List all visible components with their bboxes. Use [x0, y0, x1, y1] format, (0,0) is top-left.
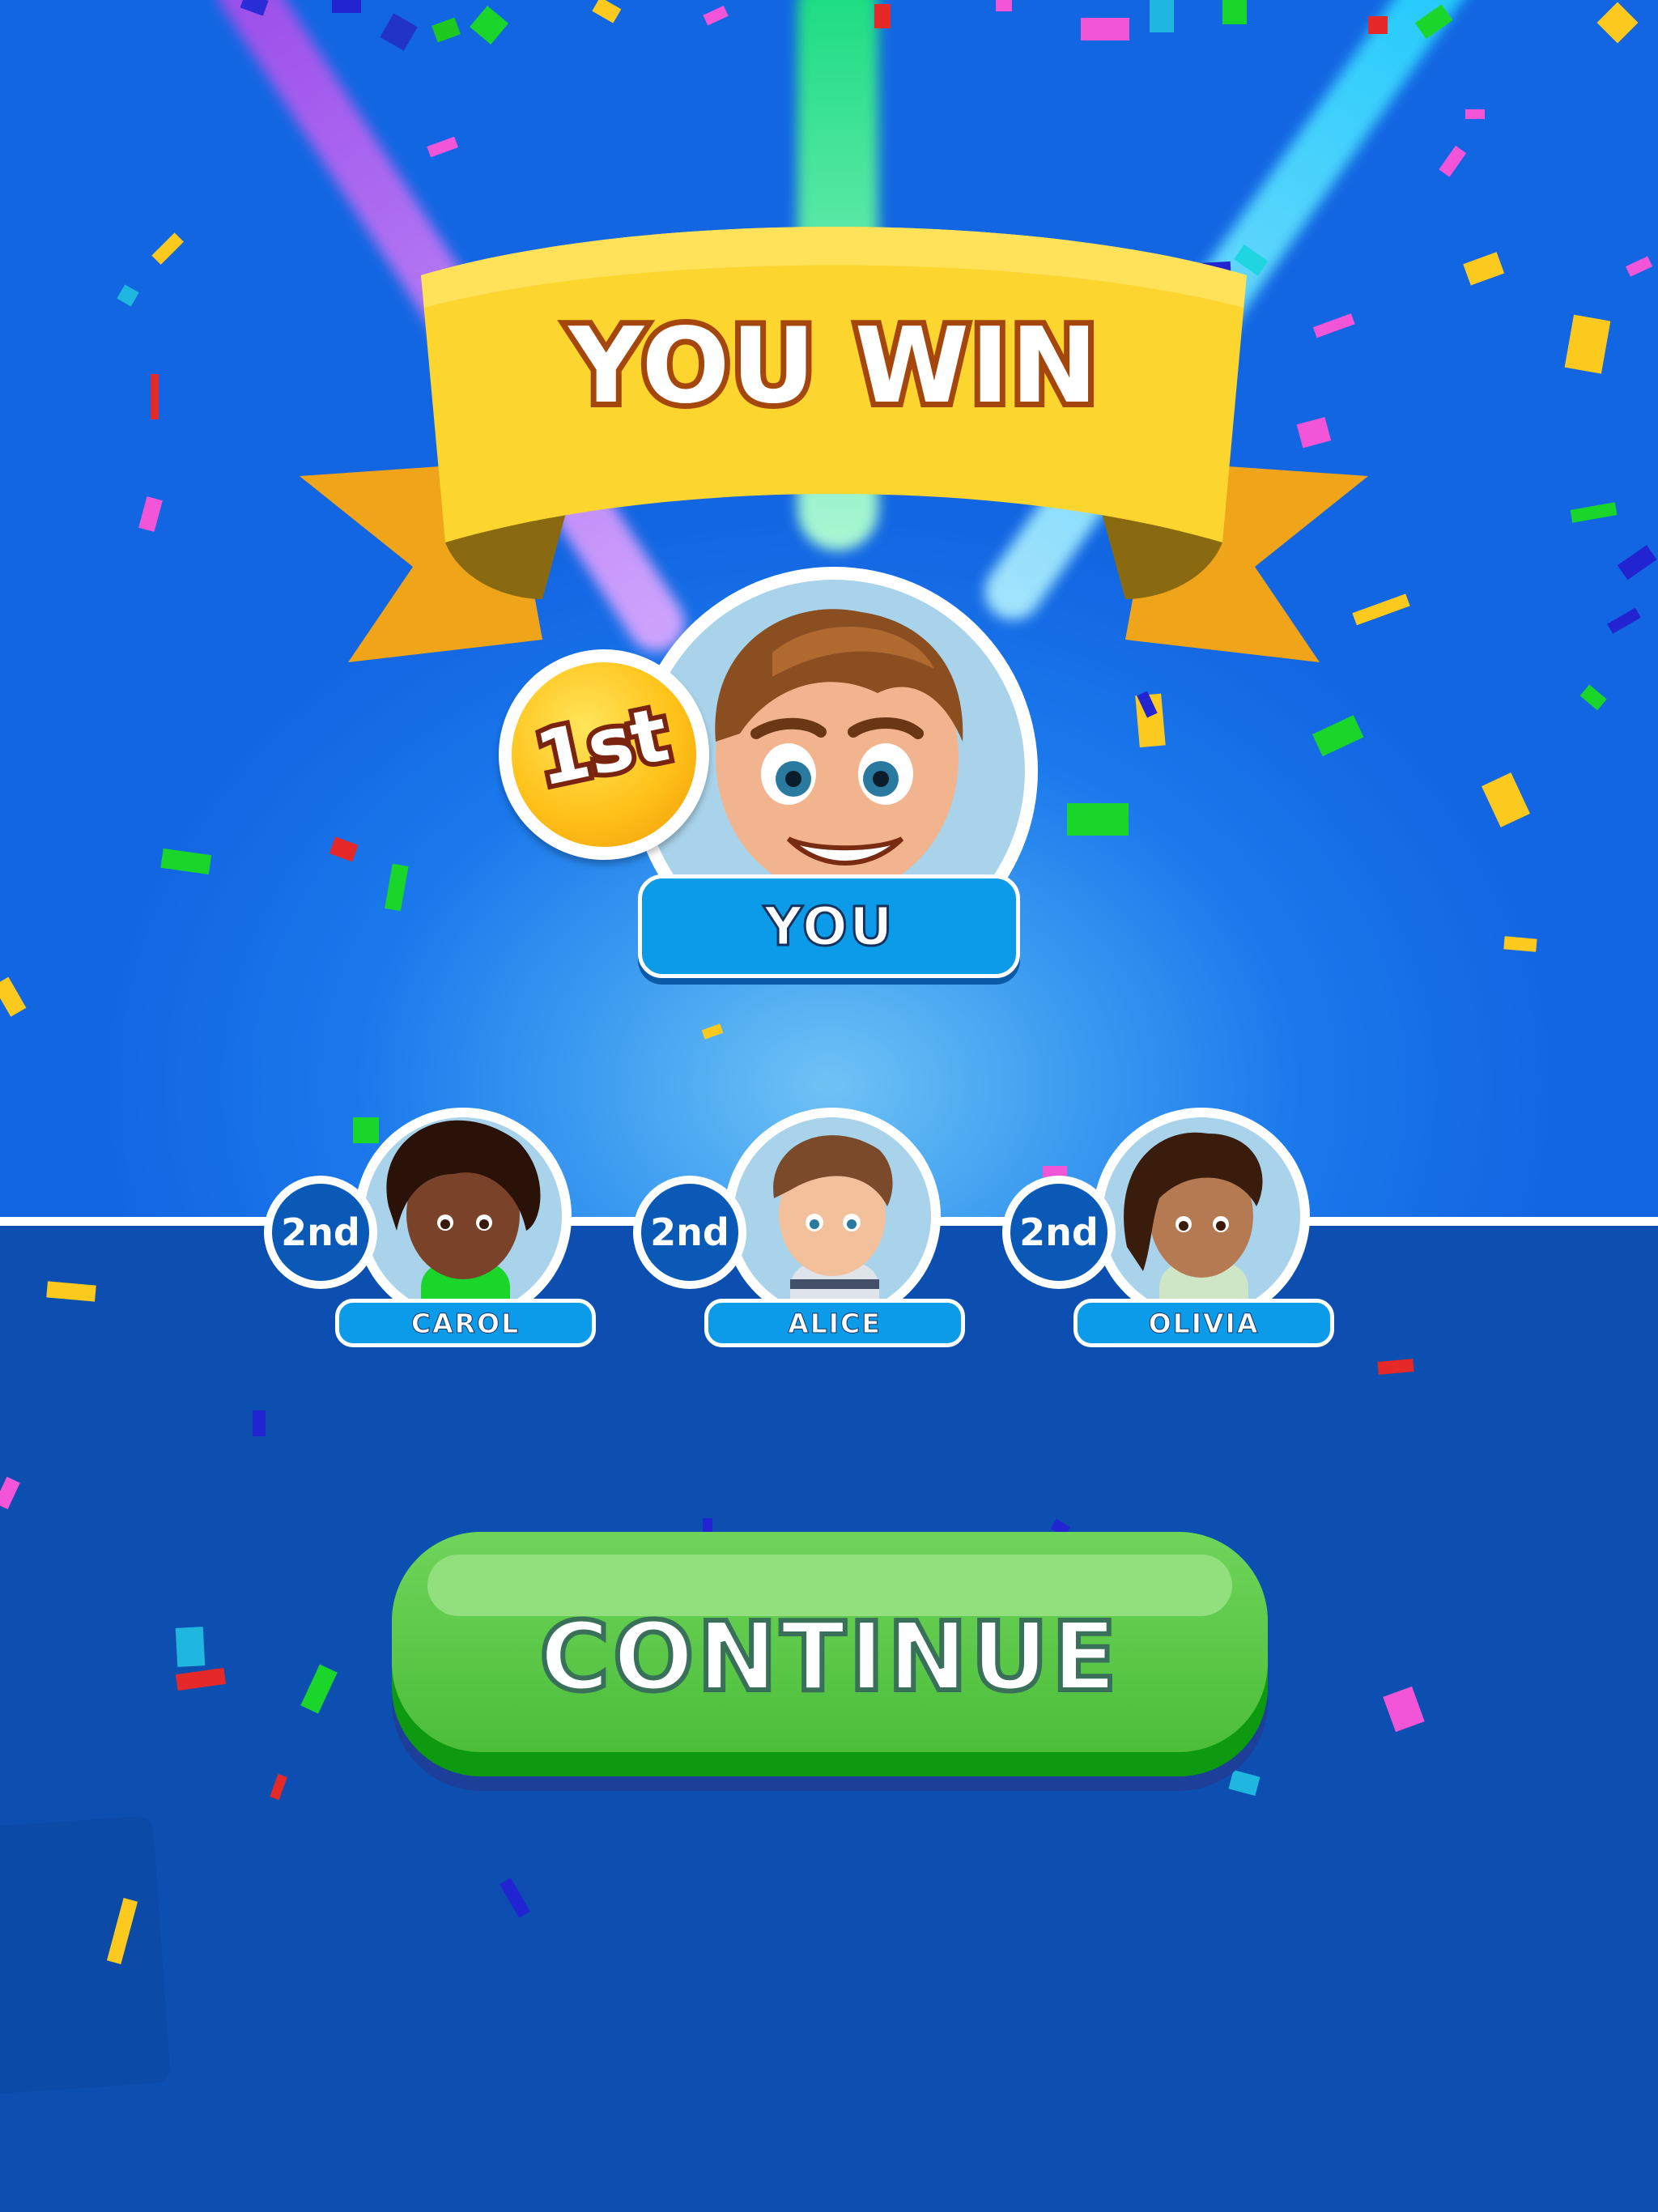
- first-place-medal: 1st: [499, 649, 709, 860]
- confetti-piece: [329, 836, 359, 862]
- player-avatar-olivia: [1093, 1108, 1310, 1325]
- confetti-piece: [1383, 1686, 1425, 1733]
- girl-face-icon: [386, 1120, 541, 1315]
- confetti-piece: [0, 1476, 20, 1510]
- confetti-piece: [1607, 607, 1641, 634]
- confetti-piece: [701, 1023, 724, 1040]
- player-rank-badge: 2nd: [264, 1176, 377, 1289]
- confetti-piece: [500, 1878, 530, 1918]
- confetti-piece: [703, 5, 729, 26]
- confetti-piece: [1368, 16, 1388, 34]
- confetti-piece: [1503, 936, 1537, 952]
- player-avatar-alice: [724, 1108, 941, 1325]
- confetti-piece: [1377, 1359, 1414, 1375]
- confetti-piece: [1439, 145, 1467, 177]
- win-title: YOU WIN: [567, 306, 1099, 427]
- confetti-piece: [1482, 772, 1530, 827]
- player-rank-badge: 2nd: [633, 1176, 746, 1289]
- confetti-piece: [1596, 2, 1639, 44]
- player-rank: 2nd: [641, 1184, 738, 1281]
- confetti-piece: [1570, 502, 1618, 523]
- confetti-piece: [0, 976, 27, 1017]
- confetti-piece: [996, 0, 1012, 11]
- confetti-piece: [332, 0, 361, 13]
- confetti-piece: [1150, 0, 1174, 32]
- girl-face-icon: [1124, 1132, 1263, 1315]
- confetti-piece: [175, 1667, 227, 1691]
- confetti-piece: [106, 1898, 138, 1964]
- confetti-piece: [175, 1627, 206, 1667]
- continue-button-face[interactable]: CONTINUE: [392, 1532, 1268, 1752]
- confetti-piece: [138, 496, 163, 532]
- winner-name-plate: YOU: [638, 874, 1020, 978]
- boy-face-icon: [773, 1135, 893, 1315]
- confetti-piece: [1222, 0, 1247, 24]
- confetti-piece: [151, 232, 184, 265]
- continue-button-label: CONTINUE: [537, 1598, 1120, 1715]
- confetti-piece: [380, 13, 418, 51]
- player-avatar-carol: [355, 1108, 572, 1325]
- player-avatar-portrait: [1103, 1117, 1300, 1315]
- confetti-piece: [1564, 314, 1611, 374]
- player-rank-badge: 2nd: [1002, 1176, 1116, 1289]
- confetti-piece: [1626, 256, 1653, 277]
- confetti-piece: [1465, 109, 1485, 119]
- player-name-plate: CAROL: [335, 1299, 596, 1347]
- confetti-piece: [270, 1773, 287, 1801]
- confetti-piece: [151, 374, 159, 419]
- confetti-piece: [1081, 18, 1129, 40]
- player-name-plate: OLIVIA: [1073, 1299, 1334, 1347]
- confetti-piece: [1414, 4, 1453, 39]
- confetti-piece: [1463, 252, 1505, 286]
- confetti-piece: [470, 6, 509, 45]
- confetti-piece: [592, 0, 622, 23]
- confetti-piece: [353, 1117, 379, 1143]
- confetti-piece: [160, 848, 212, 875]
- winner-rank: 1st: [529, 691, 675, 803]
- confetti-piece: [1067, 803, 1129, 836]
- confetti-piece: [1312, 715, 1364, 757]
- confetti-piece: [117, 284, 139, 307]
- confetti-piece: [385, 863, 409, 912]
- confetti-piece: [427, 136, 458, 158]
- gold-medal-face: 1st: [512, 662, 696, 847]
- confetti-piece: [1579, 684, 1607, 711]
- confetti-piece: [1617, 545, 1657, 581]
- confetti-piece: [300, 1664, 338, 1714]
- confetti-piece: [240, 0, 269, 16]
- victory-screen: YOU WIN 1st YOU 2nd CAROL 2nd ALICE 2nd …: [0, 0, 1658, 2212]
- player-avatar-portrait: [733, 1117, 931, 1315]
- continue-button[interactable]: CONTINUE: [392, 1532, 1268, 1791]
- player-name-plate: ALICE: [704, 1299, 965, 1347]
- confetti-piece: [432, 17, 461, 43]
- player-avatar-portrait: [364, 1117, 562, 1315]
- confetti-piece: [874, 4, 891, 28]
- player-rank: 2nd: [1010, 1184, 1107, 1281]
- confetti-piece: [253, 1410, 266, 1436]
- confetti-piece: [46, 1281, 96, 1302]
- player-rank: 2nd: [272, 1184, 369, 1281]
